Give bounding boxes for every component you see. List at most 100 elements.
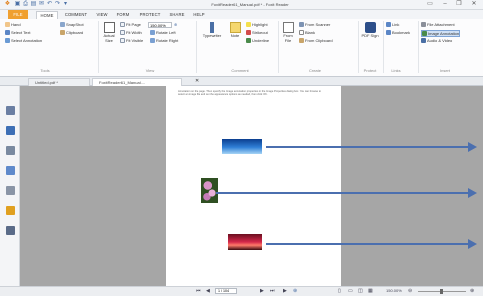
clipboard-button[interactable]: Clipboard <box>60 30 83 35</box>
note-icon <box>229 22 241 33</box>
tab-file[interactable]: FILE <box>8 10 28 19</box>
undo-icon[interactable]: ↶ <box>46 1 53 8</box>
highlight-button[interactable]: Highlight <box>246 22 268 27</box>
select-annotation-button[interactable]: Select Annotation <box>5 38 42 43</box>
strikeout-button[interactable]: Strikeout <box>246 30 268 35</box>
next-page-icon[interactable]: ▶ <box>260 287 264 295</box>
view-group-label: View <box>145 68 155 73</box>
callout-arrow-line <box>216 192 469 194</box>
doc-tab-manual[interactable]: FoxitReader61_Manual.... <box>92 78 182 86</box>
print-icon[interactable]: ⎙ <box>22 1 29 8</box>
highlight-icon <box>246 22 251 27</box>
redo-icon[interactable]: ↷ <box>54 1 61 8</box>
pdf-sign-button[interactable]: PDF Sign <box>361 22 379 39</box>
tab-protect[interactable]: PROTECT <box>137 11 163 19</box>
image-annotation-sunset[interactable] <box>228 234 262 250</box>
film-icon <box>421 38 426 43</box>
doc-tab-untitled[interactable]: Untitled.pdf * <box>28 78 90 86</box>
link-button[interactable]: Link <box>386 22 399 27</box>
file-attachment-button[interactable]: File Attachment <box>421 22 455 27</box>
zoom-out-icon[interactable]: ⊖ <box>408 287 412 295</box>
zoom-slider-thumb[interactable] <box>440 289 443 294</box>
email-icon[interactable]: ✉ <box>38 1 45 8</box>
bookmarks-panel-icon[interactable] <box>6 106 15 115</box>
app-logo-icon[interactable]: ❖ <box>4 1 11 8</box>
facing-icon[interactable]: ◫ <box>358 287 363 295</box>
single-page-icon[interactable]: ▯ <box>338 287 341 295</box>
page-number-input[interactable] <box>215 288 237 294</box>
layers-panel-icon[interactable] <box>6 146 15 155</box>
status-zoom-value: 150.00% <box>386 288 402 293</box>
previous-page-icon[interactable]: ◀ <box>206 287 210 295</box>
fit-page-button[interactable]: Fit Page <box>120 22 141 27</box>
last-page-icon[interactable]: ⏭ <box>270 287 275 295</box>
security-panel-icon[interactable] <box>6 206 15 215</box>
clipboard-icon <box>299 38 304 43</box>
bookmark-button[interactable]: Bookmark <box>386 30 410 35</box>
continuous-icon[interactable]: ▭ <box>348 287 353 295</box>
zoom-input[interactable] <box>148 22 172 28</box>
navigation-panel <box>0 86 20 286</box>
restore-icon[interactable]: ❐ <box>454 0 464 9</box>
close-tab-icon[interactable]: ✕ <box>195 78 199 84</box>
fit-visible-icon <box>120 38 125 43</box>
blank-button[interactable]: Blank <box>299 30 315 35</box>
save-icon[interactable]: ▣ <box>14 1 21 8</box>
typewriter-button[interactable]: Typewriter <box>199 22 225 39</box>
image-annotation-button[interactable]: Image Annotation <box>421 30 461 37</box>
tab-form[interactable]: FORM <box>114 11 132 19</box>
fit-width-button[interactable]: Fit Width <box>120 30 142 35</box>
comments-panel-icon[interactable] <box>6 166 15 175</box>
tab-help[interactable]: HELP <box>191 11 207 19</box>
close-icon[interactable]: ✕ <box>469 0 479 9</box>
hand-icon <box>5 22 10 27</box>
note-button[interactable]: Note <box>227 22 243 39</box>
rotate-left-button[interactable]: Rotate Left <box>150 30 176 35</box>
tab-view[interactable]: VIEW <box>94 11 110 19</box>
pdf-page[interactable]: Annotation on the page. Then specify the… <box>166 86 341 286</box>
audio-video-button[interactable]: Audio & Video <box>421 38 452 43</box>
ribbon-toggle-icon[interactable]: ▭ <box>425 0 435 9</box>
clipboard-icon <box>60 30 65 35</box>
protect-group-label: Protect <box>363 68 377 73</box>
attachments-panel-icon[interactable] <box>6 186 15 195</box>
insert-group-label: Insert <box>439 68 450 73</box>
hand-button[interactable]: Hand <box>5 22 21 27</box>
callout-arrowhead <box>468 239 477 249</box>
tab-share[interactable]: SHARE <box>167 11 187 19</box>
actual-size-icon <box>103 22 115 33</box>
image-annotation-flowers[interactable] <box>201 178 218 203</box>
rotate-right-button[interactable]: Rotate Right <box>150 38 178 43</box>
play-icon[interactable]: ▶ <box>283 287 287 295</box>
zoom-tool-icon[interactable]: ⊕ <box>293 287 297 295</box>
continuous-facing-icon[interactable]: ▦ <box>368 287 373 295</box>
tab-comment[interactable]: COMMENT <box>63 11 89 19</box>
underline-button[interactable]: Underline <box>246 38 269 43</box>
from-clipboard-button[interactable]: From Clipboard <box>299 38 333 43</box>
workspace-background <box>20 86 166 286</box>
minimize-icon[interactable]: – <box>440 0 450 9</box>
first-page-icon[interactable]: ⏮ <box>196 287 201 295</box>
pages-panel-icon[interactable] <box>6 126 15 135</box>
blank-page-icon <box>299 30 304 35</box>
signatures-panel-icon[interactable] <box>6 226 15 235</box>
image-annotation-sky[interactable] <box>222 139 262 154</box>
callout-arrow-line <box>266 146 469 148</box>
zoom-in-icon[interactable]: ⊕ <box>470 287 474 295</box>
link-icon <box>386 22 391 27</box>
select-text-button[interactable]: Select Text <box>5 30 31 35</box>
strikeout-icon <box>246 30 251 35</box>
zoom-in-icon[interactable]: ⊕ <box>174 22 177 27</box>
fit-visible-button[interactable]: Fit Visible <box>120 38 143 43</box>
tab-home[interactable]: HOME <box>36 11 58 19</box>
fit-page-icon <box>120 22 125 27</box>
actual-size-button[interactable]: Actual Size <box>101 22 117 43</box>
quick-access-menu-icon[interactable]: ▾ <box>62 1 69 8</box>
image-icon <box>422 31 427 36</box>
snapshot-button[interactable]: SnapShot <box>60 22 84 27</box>
from-scanner-button[interactable]: From Scanner <box>299 22 330 27</box>
open-icon[interactable]: ▤ <box>30 1 37 8</box>
tools-group-label: Tools <box>40 68 50 73</box>
from-file-button[interactable]: From File <box>280 22 296 43</box>
scanner-icon <box>299 22 304 27</box>
